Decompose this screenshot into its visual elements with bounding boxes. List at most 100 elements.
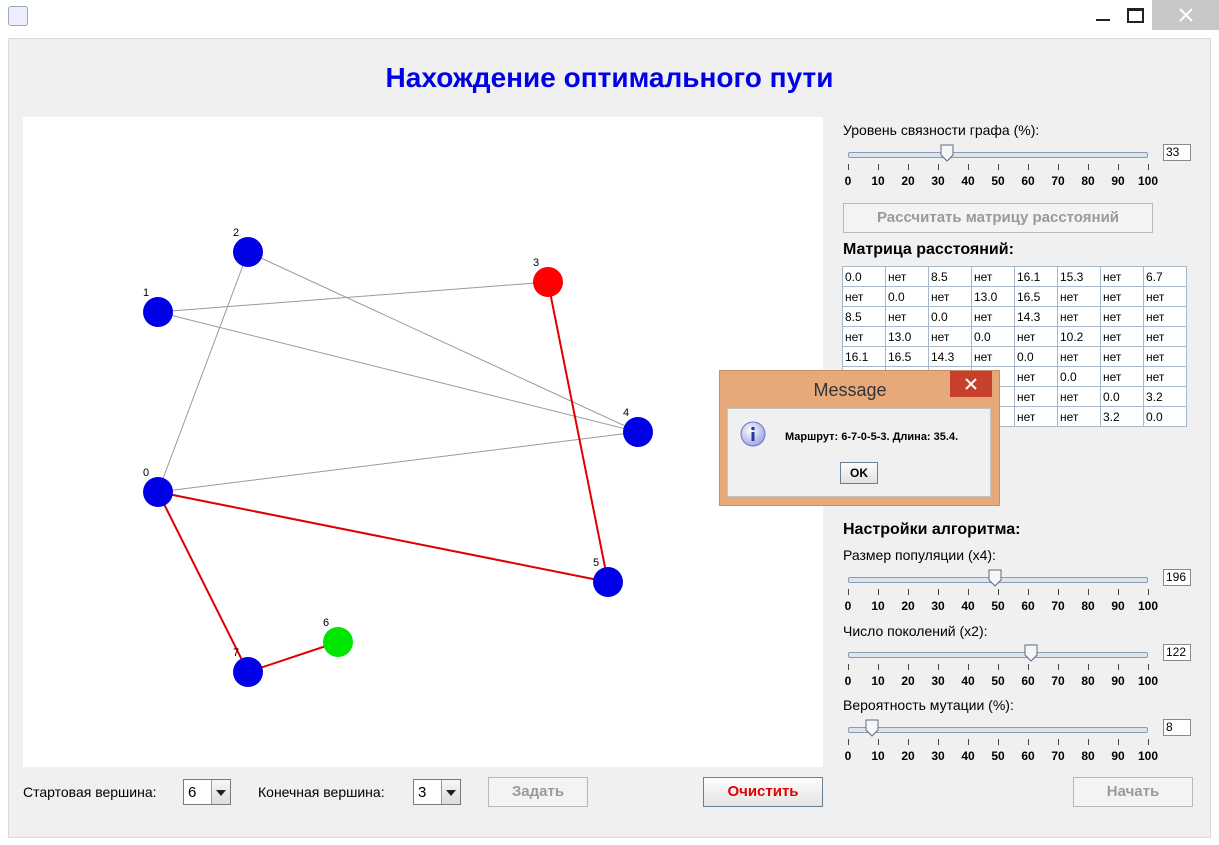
matrix-cell: нет — [1143, 306, 1187, 327]
connectivity-slider[interactable]: 0 10 20 30 40 50 60 70 80 90 100 — [845, 144, 1158, 198]
population-value[interactable]: 196 — [1163, 569, 1191, 586]
matrix-cell: нет — [928, 286, 972, 307]
graph-svg[interactable]: 0 1 2 3 4 5 6 7 — [23, 117, 823, 767]
matrix-cell: 8.5 — [928, 266, 972, 287]
path-edge — [157, 491, 609, 583]
connectivity-value[interactable]: 33 — [1163, 144, 1191, 161]
slider-track[interactable] — [848, 727, 1148, 733]
slider-tick — [938, 589, 939, 595]
slider-tick-labels: 0 10 20 30 40 50 60 70 80 90 100 — [845, 749, 1158, 765]
generations-value[interactable]: 122 — [1163, 644, 1191, 661]
slider-thumb[interactable] — [1024, 644, 1038, 662]
matrix-cell: нет — [1100, 286, 1144, 307]
start-vertex-combo[interactable]: 6 — [183, 779, 231, 805]
graph-node-1[interactable] — [143, 297, 173, 327]
dialog-message: Маршрут: 6-7-0-5-3. Длина: 35.4. — [785, 431, 959, 443]
page-title: Нахождение оптимального пути — [385, 62, 834, 93]
graph-node-4[interactable] — [623, 417, 653, 447]
slider-tick-label: 20 — [901, 599, 915, 613]
matrix-cell: 0.0 — [1100, 386, 1144, 407]
close-icon[interactable] — [1152, 0, 1219, 30]
slider-tick — [1148, 664, 1149, 670]
slider-tick-label: 80 — [1081, 174, 1095, 188]
end-vertex-combo[interactable]: 3 — [413, 779, 461, 805]
slider-tick-label: 10 — [871, 174, 885, 188]
slider-tick-label: 10 — [871, 749, 885, 763]
graph-node-6[interactable] — [323, 627, 353, 657]
end-vertex-label: Конечная вершина: — [258, 784, 385, 800]
info-icon — [740, 421, 766, 447]
calc-matrix-button[interactable]: Рассчитать матрицу расстояний — [843, 203, 1153, 233]
graph-node-2[interactable] — [233, 237, 263, 267]
matrix-cell: нет — [1057, 286, 1101, 307]
slider-tick — [1148, 164, 1149, 170]
slider-thumb[interactable] — [940, 144, 954, 162]
slider-track[interactable] — [848, 652, 1148, 658]
start-vertex-value: 6 — [188, 784, 197, 801]
slider-tick — [1058, 739, 1059, 745]
slider-tick-label: 0 — [844, 674, 852, 688]
graph-node-7[interactable] — [233, 657, 263, 687]
slider-tick-label: 30 — [931, 674, 945, 688]
connectivity-label: Уровень связности графа (%): — [843, 122, 1040, 138]
slider-tick-label: 80 — [1081, 599, 1095, 613]
slider-tick — [998, 164, 999, 170]
graph-node-label: 0 — [143, 467, 149, 479]
slider-tick — [1088, 589, 1089, 595]
chevron-down-icon[interactable] — [211, 780, 230, 804]
slider-tick-labels: 0 10 20 30 40 50 60 70 80 90 100 — [845, 599, 1158, 615]
slider-track[interactable] — [848, 152, 1148, 158]
slider-tick-label: 30 — [931, 749, 945, 763]
slider-thumb[interactable] — [988, 569, 1002, 587]
slider-tick — [968, 664, 969, 670]
slider-tick-label: 20 — [901, 174, 915, 188]
close-icon[interactable] — [950, 371, 992, 397]
slider-tick — [908, 164, 909, 170]
slider-thumb[interactable] — [865, 719, 879, 737]
mutation-value[interactable]: 8 — [1163, 719, 1191, 736]
slider-tick — [1148, 589, 1149, 595]
clear-button[interactable]: Очистить — [703, 777, 823, 807]
graph-node-label: 2 — [233, 227, 239, 239]
matrix-cell: 13.0 — [971, 286, 1015, 307]
ok-button[interactable]: OK — [840, 462, 878, 484]
graph-node-0[interactable] — [143, 477, 173, 507]
graph-canvas[interactable]: 0 1 2 3 4 5 6 7 — [23, 117, 823, 767]
matrix-cell: нет — [1014, 386, 1058, 407]
slider-tick-label: 90 — [1111, 174, 1125, 188]
start-vertex-label: Стартовая вершина: — [23, 784, 157, 800]
path-edge — [157, 491, 249, 673]
matrix-cell: нет — [1014, 326, 1058, 347]
graph-node-5[interactable] — [593, 567, 623, 597]
maximize-icon[interactable] — [1118, 0, 1152, 30]
generations-slider[interactable]: 0 10 20 30 40 50 60 70 80 90 100 — [845, 644, 1158, 698]
matrix-cell: нет — [1143, 366, 1187, 387]
slider-tick-label: 50 — [991, 599, 1005, 613]
matrix-cell: 3.2 — [1143, 386, 1187, 407]
slider-tick — [1118, 164, 1119, 170]
mutation-slider[interactable]: 0 10 20 30 40 50 60 70 80 90 100 — [845, 719, 1158, 773]
matrix-cell: нет — [1100, 326, 1144, 347]
matrix-cell: нет — [971, 266, 1015, 287]
slider-tick — [848, 164, 849, 170]
start-button[interactable]: Начать — [1073, 777, 1193, 807]
graph-edge — [157, 281, 549, 313]
minimize-icon[interactable] — [1088, 0, 1118, 30]
java-icon[interactable] — [8, 6, 28, 26]
message-dialog: Message Маршрут: 6-7-0-5-3. Длина: 35.4.… — [719, 370, 1000, 506]
slider-tick-labels: 0 10 20 30 40 50 60 70 80 90 100 — [845, 674, 1158, 690]
chevron-down-icon[interactable] — [441, 780, 460, 804]
graph-node-3[interactable] — [533, 267, 563, 297]
set-button[interactable]: Задать — [488, 777, 588, 807]
population-slider[interactable]: 0 10 20 30 40 50 60 70 80 90 100 — [845, 569, 1158, 623]
slider-tick-label: 100 — [1137, 174, 1159, 188]
slider-tick-label: 40 — [961, 599, 975, 613]
slider-tick-label: 100 — [1137, 749, 1159, 763]
graph-node-label: 5 — [593, 557, 599, 569]
matrix-cell: нет — [1143, 326, 1187, 347]
matrix-cell: нет — [1057, 386, 1101, 407]
slider-tick-label: 40 — [961, 674, 975, 688]
slider-tick-label: 10 — [871, 599, 885, 613]
slider-ticks — [848, 589, 1149, 597]
title-bar — [0, 0, 1219, 30]
